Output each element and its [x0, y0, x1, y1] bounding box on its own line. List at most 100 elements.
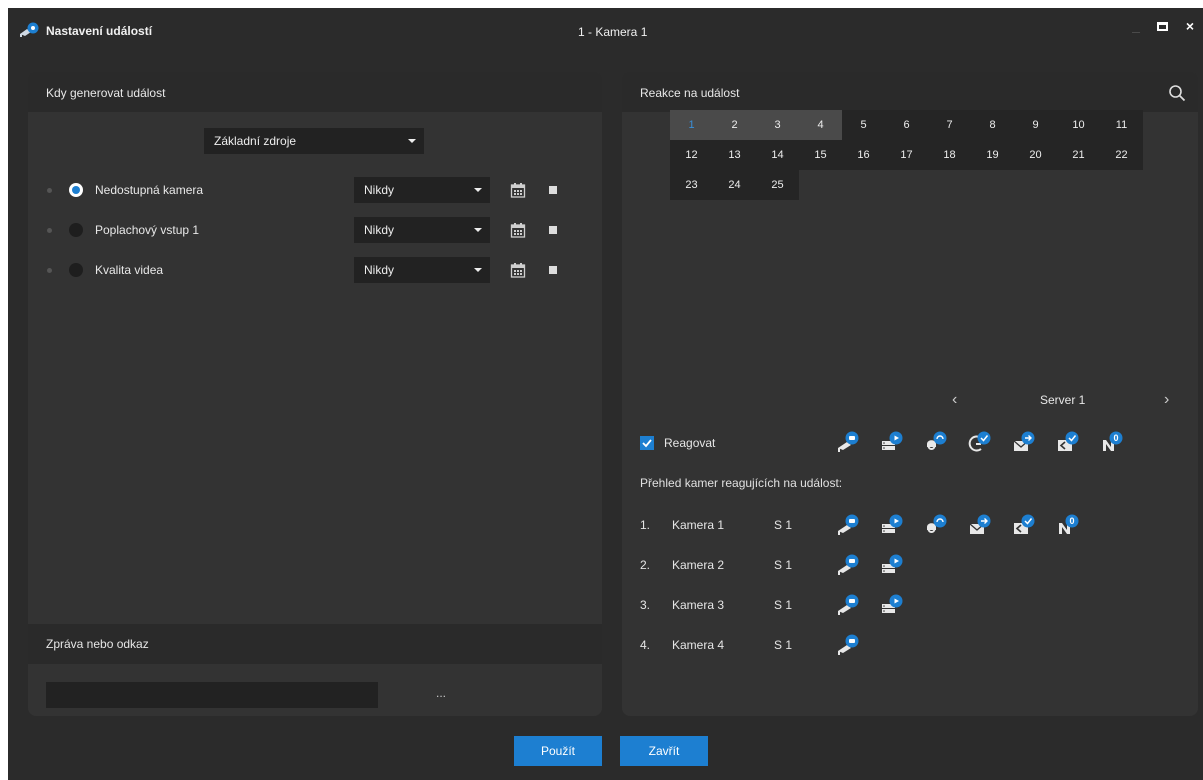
output-icon[interactable] [924, 431, 948, 453]
client-notify-icon[interactable] [1056, 431, 1080, 453]
camera-cell[interactable]: 7 [928, 110, 971, 140]
camera-cell[interactable]: 11 [1100, 110, 1143, 140]
camera-alert-icon[interactable] [836, 594, 860, 616]
row-number: 3. [640, 598, 651, 612]
message-header: Zpráva nebo odkaz [28, 624, 602, 664]
calendar-icon[interactable] [510, 262, 526, 278]
window-title: Nastavení událostí [46, 24, 153, 38]
chevron-down-icon [408, 139, 416, 143]
stop-square-icon[interactable] [549, 186, 557, 194]
browse-button[interactable]: ... [436, 686, 446, 700]
recording-server-icon[interactable] [880, 431, 904, 453]
camera-name: Kamera 3 [672, 598, 725, 612]
event-radio[interactable] [69, 183, 83, 197]
camera-cell[interactable]: 22 [1100, 140, 1143, 170]
camera-cell[interactable]: 5 [842, 110, 885, 140]
camera-cell[interactable]: 13 [713, 140, 756, 170]
camera-name: Kamera 2 [672, 558, 725, 572]
camera-alert-icon[interactable] [836, 634, 860, 656]
trigger-panel-header: Kdy generovat událost [28, 72, 602, 112]
schedule-value: Nikdy [364, 183, 395, 197]
checkmark-icon [642, 439, 652, 448]
schedule-value: Nikdy [364, 263, 395, 277]
camera-cell[interactable]: 23 [670, 170, 713, 200]
row-number: 2. [640, 558, 651, 572]
status-dot [47, 188, 52, 193]
camera-alert-icon[interactable] [836, 554, 860, 576]
search-icon[interactable] [1168, 84, 1186, 102]
event-row: Nedostupná kamera Nikdy [28, 177, 602, 203]
camera-cell[interactable]: 8 [971, 110, 1014, 140]
close-button[interactable]: Zavřít [620, 736, 708, 766]
camera-server: S 1 [774, 558, 793, 572]
event-radio[interactable] [69, 263, 83, 277]
notification-icon[interactable]: 0 [1100, 431, 1124, 453]
app-camera-icon [20, 22, 39, 37]
prev-server-button[interactable]: ‹ [952, 391, 957, 409]
recording-server-icon[interactable] [880, 514, 904, 536]
source-select-value: Základní zdroje [214, 134, 297, 148]
event-trigger-panel: Kdy generovat událost Základní zdroje Ne… [28, 72, 602, 716]
event-row: Kvalita videa Nikdy [28, 257, 602, 283]
camera-alert-icon[interactable] [836, 514, 860, 536]
camera-reaction-row: 4. Kamera 4 S 1 [622, 634, 1198, 658]
svg-text:0: 0 [1113, 433, 1118, 443]
camera-alert-icon[interactable] [836, 431, 860, 453]
camera-cell[interactable]: 19 [971, 140, 1014, 170]
status-dot [47, 268, 52, 273]
notification-icon[interactable]: 0 [1056, 514, 1080, 536]
client-notify-icon[interactable] [1012, 514, 1036, 536]
camera-cell[interactable]: 20 [1014, 140, 1057, 170]
camera-cell[interactable]: 4 [799, 110, 842, 140]
camera-cell[interactable]: 18 [928, 140, 971, 170]
recording-server-icon[interactable] [880, 594, 904, 616]
next-server-button[interactable]: › [1164, 391, 1169, 409]
camera-cell[interactable]: 17 [885, 140, 928, 170]
camera-cell[interactable]: 25 [756, 170, 799, 200]
calendar-icon[interactable] [510, 182, 526, 198]
minimize-button[interactable]: _ [1126, 18, 1146, 36]
schedule-value: Nikdy [364, 223, 395, 237]
message-input[interactable] [46, 682, 378, 708]
camera-cell[interactable]: 16 [842, 140, 885, 170]
camera-reaction-row: 3. Kamera 3 S 1 [622, 594, 1198, 618]
stop-square-icon[interactable] [549, 266, 557, 274]
camera-server: S 1 [774, 638, 793, 652]
apply-button[interactable]: Použít [514, 736, 602, 766]
camera-cell[interactable]: 12 [670, 140, 713, 170]
chevron-down-icon [474, 228, 482, 232]
email-icon[interactable] [1012, 431, 1036, 453]
maximize-button[interactable] [1152, 18, 1172, 36]
output-icon[interactable] [924, 514, 948, 536]
schedule-select[interactable]: Nikdy [354, 217, 490, 243]
chevron-down-icon [474, 188, 482, 192]
camera-cell[interactable]: 14 [756, 140, 799, 170]
event-settings-window: Nastavení událostí 1 - Kamera 1 _ × Kdy … [8, 8, 1203, 780]
camera-cell[interactable]: 24 [713, 170, 756, 200]
schedule-select[interactable]: Nikdy [354, 177, 490, 203]
row-number: 1. [640, 518, 651, 532]
camera-cell[interactable]: 21 [1057, 140, 1100, 170]
title-bar: Nastavení událostí 1 - Kamera 1 _ × [8, 8, 1203, 52]
camera-cell[interactable]: 15 [799, 140, 842, 170]
event-radio[interactable] [69, 223, 83, 237]
server-name: Server 1 [1040, 393, 1086, 407]
recording-server-icon[interactable] [880, 554, 904, 576]
camera-cell[interactable]: 9 [1014, 110, 1057, 140]
source-select[interactable]: Základní zdroje [204, 128, 424, 154]
email-icon[interactable] [968, 514, 992, 536]
camera-cell[interactable]: 6 [885, 110, 928, 140]
schedule-select[interactable]: Nikdy [354, 257, 490, 283]
camera-cell[interactable]: 1 [670, 110, 713, 140]
react-label: Reagovat [664, 436, 716, 450]
camera-cell[interactable]: 10 [1057, 110, 1100, 140]
camera-reaction-row: 1. Kamera 1 S 1 [622, 514, 1198, 538]
ptz-icon[interactable] [968, 431, 992, 453]
camera-cell[interactable]: 2 [713, 110, 756, 140]
camera-cell[interactable]: 3 [756, 110, 799, 140]
close-window-button[interactable]: × [1180, 18, 1200, 36]
calendar-icon[interactable] [510, 222, 526, 238]
row-number: 4. [640, 638, 651, 652]
react-checkbox[interactable] [640, 436, 654, 450]
stop-square-icon[interactable] [549, 226, 557, 234]
